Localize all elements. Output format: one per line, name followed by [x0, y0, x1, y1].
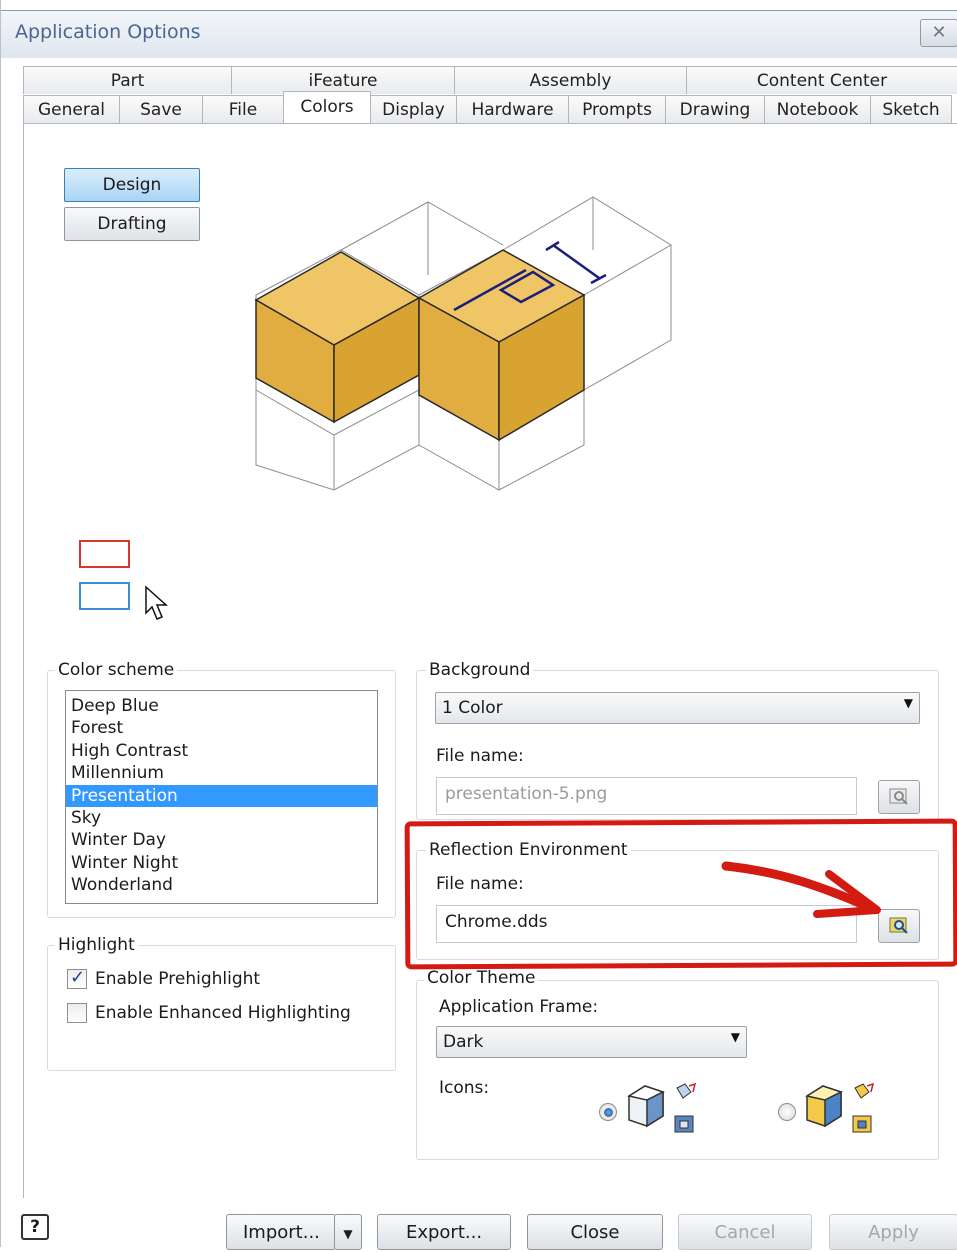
- enable-prehighlight-row[interactable]: ✓ Enable Prehighlight: [67, 967, 260, 991]
- scheme-presentation[interactable]: Presentation: [66, 784, 377, 807]
- enable-enhanced-highlighting-row[interactable]: Enable Enhanced Highlighting: [67, 1001, 351, 1025]
- design-mode-button[interactable]: Design: [64, 168, 200, 202]
- tab-drawing[interactable]: Drawing: [665, 95, 765, 123]
- color-icons-preview-icon: [805, 1082, 875, 1133]
- application-options-dialog: Application Options ✕ Part iFeature Asse…: [0, 0, 957, 1250]
- scheme-sky[interactable]: Sky: [66, 807, 377, 829]
- application-frame-value: Dark: [443, 1032, 484, 1052]
- yellow-part-right: [417, 249, 586, 442]
- scheme-millennium[interactable]: Millennium: [66, 762, 377, 784]
- tab-ifeature[interactable]: iFeature: [231, 66, 455, 94]
- tab-general[interactable]: General: [23, 95, 120, 123]
- import-dropdown-button[interactable]: ▼: [334, 1214, 362, 1250]
- drafting-mode-button[interactable]: Drafting: [64, 207, 200, 241]
- background-label: Background: [426, 660, 534, 680]
- color-preview-illustration: [254, 196, 672, 491]
- background-mode-dropdown[interactable]: 1 Color ▼: [435, 692, 920, 724]
- tab-row-bottom: General Save File Colors Display Hardwar…: [23, 91, 952, 123]
- scheme-winter-day[interactable]: Winter Day: [66, 829, 377, 851]
- selection-color-swatch[interactable]: [79, 582, 130, 610]
- apply-button[interactable]: Apply: [829, 1214, 957, 1250]
- title-bar: Application Options ✕: [1, 10, 957, 58]
- close-window-button[interactable]: ✕: [920, 19, 957, 47]
- browse-folder-icon: [889, 788, 908, 805]
- tab-save[interactable]: Save: [119, 95, 203, 123]
- scheme-high-contrast[interactable]: High Contrast: [66, 740, 377, 762]
- close-x-icon: ✕: [931, 22, 947, 43]
- application-frame-dropdown[interactable]: Dark ▼: [436, 1026, 747, 1058]
- color-theme-label: Color Theme: [424, 968, 539, 988]
- close-button[interactable]: Close: [527, 1214, 663, 1250]
- reflection-environment-label: Reflection Environment: [426, 840, 631, 860]
- enhanced-highlighting-label: Enable Enhanced Highlighting: [95, 1003, 351, 1023]
- reflection-file-label: File name:: [436, 874, 524, 894]
- export-button[interactable]: Export...: [377, 1214, 511, 1250]
- highlight-color-swatch[interactable]: [79, 540, 130, 568]
- tab-colors[interactable]: Colors: [283, 91, 371, 123]
- tab-display[interactable]: Display: [370, 95, 457, 123]
- prehighlight-label: Enable Prehighlight: [95, 969, 261, 989]
- scheme-winter-night[interactable]: Winter Night: [66, 852, 377, 874]
- color-scheme-label: Color scheme: [55, 660, 178, 680]
- red-annotation-arrow-icon: [721, 861, 881, 918]
- tab-prompts[interactable]: Prompts: [568, 95, 666, 123]
- application-frame-label: Application Frame:: [439, 997, 599, 1017]
- background-file-field[interactable]: presentation-5.png: [436, 777, 857, 815]
- window-title: Application Options: [15, 21, 201, 43]
- scheme-deep-blue[interactable]: Deep Blue: [66, 695, 377, 717]
- tab-part[interactable]: Part: [23, 66, 232, 94]
- dropdown-arrow-icon: ▼: [343, 1227, 353, 1241]
- checkmark-icon: ✓: [70, 967, 86, 988]
- tab-assembly[interactable]: Assembly: [454, 66, 687, 94]
- color-scheme-list[interactable]: Deep Blue Forest High Contrast Millenniu…: [65, 690, 378, 904]
- help-button[interactable]: ?: [21, 1214, 49, 1240]
- tab-hardware[interactable]: Hardware: [456, 95, 569, 123]
- yellow-part-left: [254, 251, 421, 424]
- icons-label: Icons:: [439, 1078, 490, 1098]
- dropdown-arrow-icon: ▼: [903, 696, 913, 710]
- background-browse-button[interactable]: [878, 780, 920, 814]
- icons-color-radio[interactable]: [778, 1103, 796, 1121]
- tab-row-top: Part iFeature Assembly Content Center: [23, 66, 957, 94]
- classic-icons-preview-icon: [627, 1082, 697, 1133]
- background-file-label: File name:: [436, 746, 524, 766]
- scheme-wonderland[interactable]: Wonderland: [66, 874, 377, 896]
- enhanced-highlighting-checkbox[interactable]: [67, 1003, 87, 1023]
- tab-notebook[interactable]: Notebook: [764, 95, 871, 123]
- highlight-label: Highlight: [55, 935, 138, 955]
- background-mode-value: 1 Color: [442, 698, 503, 718]
- scheme-forest[interactable]: Forest: [66, 717, 377, 739]
- tab-sketch[interactable]: Sketch: [870, 95, 952, 123]
- dropdown-arrow-icon: ▼: [730, 1030, 740, 1044]
- mouse-pointer-icon: [145, 585, 168, 620]
- cancel-button[interactable]: Cancel: [678, 1214, 812, 1250]
- import-button[interactable]: Import...: [226, 1214, 336, 1250]
- prehighlight-checkbox[interactable]: ✓: [67, 967, 87, 989]
- tab-file[interactable]: File: [202, 95, 284, 123]
- icons-classic-radio[interactable]: [599, 1103, 617, 1121]
- tab-content-center[interactable]: Content Center: [686, 66, 957, 94]
